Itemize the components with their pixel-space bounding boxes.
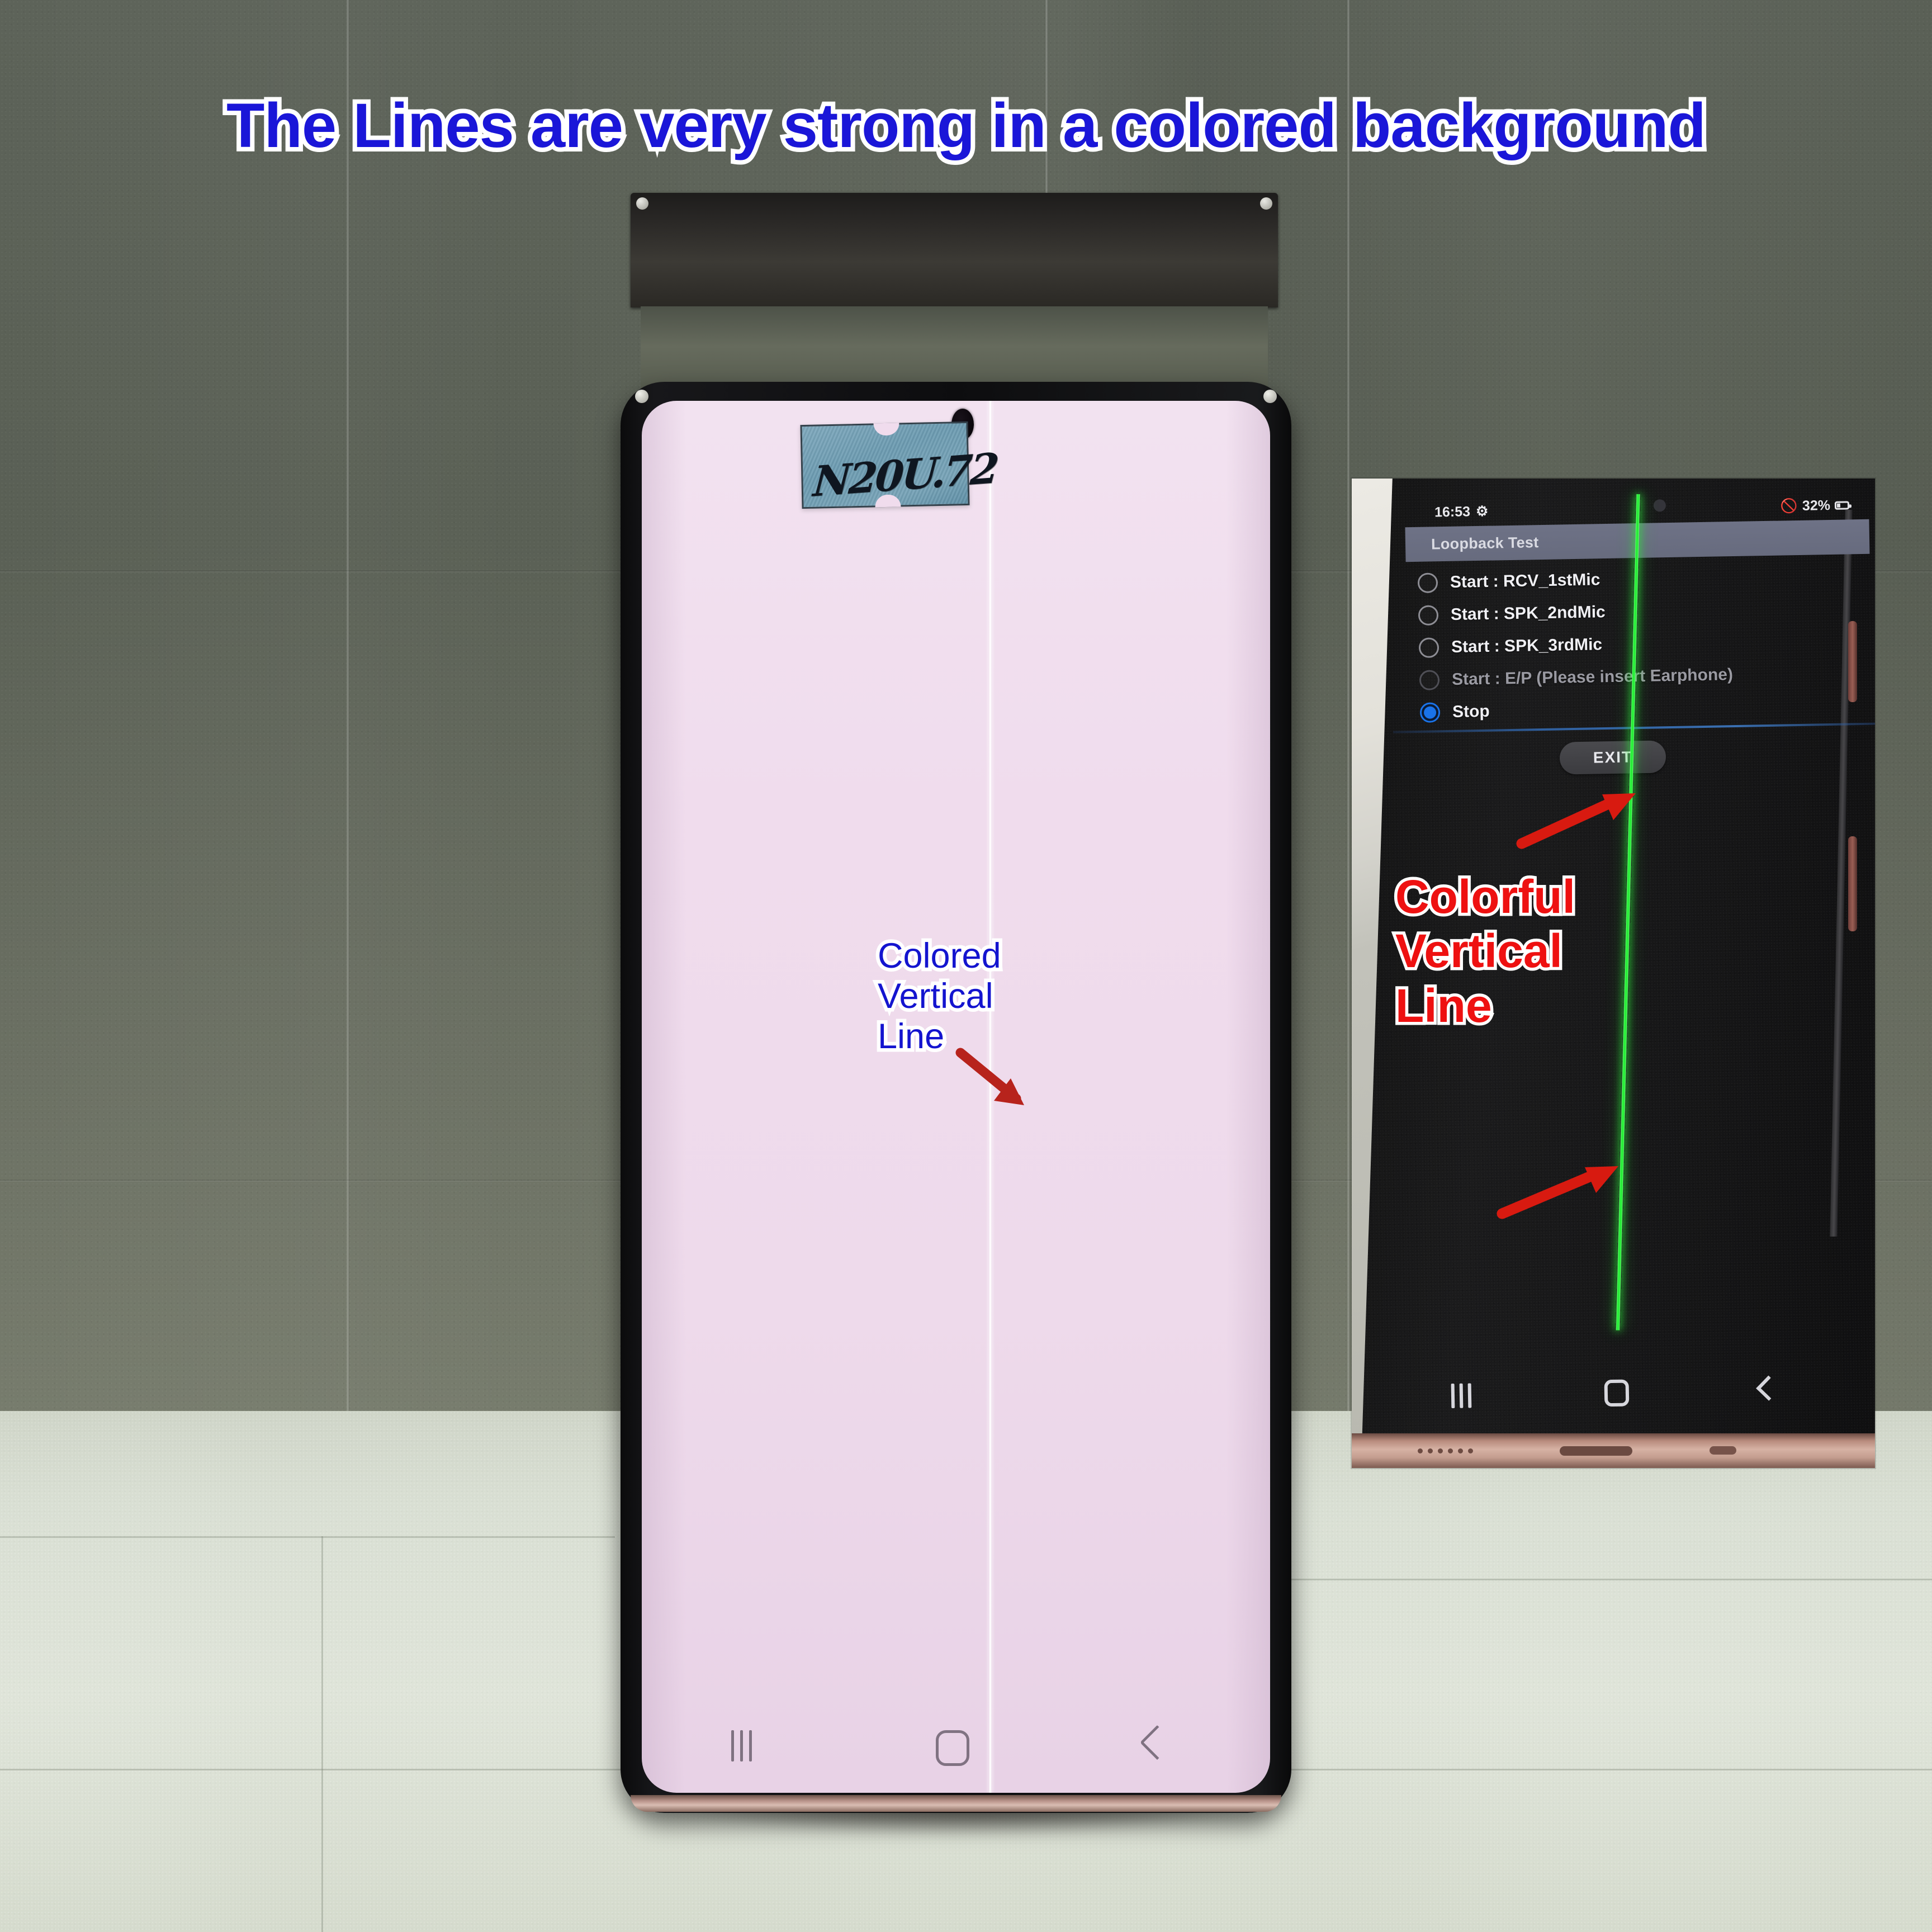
speaker-grille-icon [1418,1448,1473,1453]
exit-button[interactable]: EXIT [1559,740,1666,775]
battery-percent: 32% [1802,497,1831,514]
annotation-line-2: Vertical [874,973,997,1019]
inset-photo: 16:53 ⚙ 🚫 32% Loopback Test Start : RCV_… [1352,479,1875,1468]
inset-home-icon[interactable] [1604,1379,1630,1407]
power-button[interactable] [1848,836,1857,931]
wall-seam [347,0,349,1414]
home-icon[interactable] [936,1730,969,1766]
wall-seam [1347,0,1350,1414]
status-time: 16:53 [1434,503,1471,520]
option-label: Start : RCV_1stMic [1450,570,1600,592]
inset-back-icon[interactable] [1756,1375,1782,1401]
main-phone-device: N20U.72 Colored Vertical Line [615,193,1297,1836]
gear-icon: ⚙ [1475,503,1489,520]
phone-mount-gap [641,306,1268,390]
annotation-line-1: Colorful [1393,867,1579,926]
phone-bottom-frame [631,1795,1281,1812]
annotation-line-3: Line [1393,976,1495,1035]
recents-icon[interactable] [731,1730,752,1761]
option-label: Start : SPK_2ndMic [1450,603,1606,624]
spen-slot-icon [1710,1446,1736,1455]
radio-button [1419,670,1440,690]
floor-grout-line [321,1536,323,1932]
annotation-line-2: Vertical [1393,922,1566,981]
sticker-handwriting: N20U.72 [811,444,998,506]
inset-navigation-bar[interactable] [1352,1363,1875,1428]
radio-button-selected[interactable] [1419,702,1441,723]
inset-phone-bottom-frame [1352,1433,1875,1468]
option-label: Stop [1452,702,1490,721]
phone-top-cover [631,193,1278,307]
radio-button[interactable] [1418,605,1439,626]
radio-button[interactable] [1417,572,1438,594]
inset-annotation-arrow-lower-icon [1497,1166,1618,1219]
floor-grout-line [1286,1579,1932,1580]
loopback-options-list: Start : RCV_1stMic Start : SPK_2ndMic St… [1404,560,1875,730]
battery-icon [1834,500,1850,510]
floor-grout-line [0,1536,615,1538]
option-label: Start : SPK_3rdMic [1451,635,1603,656]
page-title: The Lines are very strong in a colored b… [222,86,1711,165]
inset-front-camera-icon [1653,499,1666,512]
radio-button[interactable] [1418,637,1439,658]
usb-port-icon [1560,1446,1632,1456]
annotation-line-1: Colored [874,933,1005,979]
main-phone-annotation: Colored Vertical Line [874,933,1005,1060]
inset-annotation: Colorful Vertical Line [1393,867,1579,1035]
annotation-line-3: Line [874,1013,948,1059]
no-symbol-icon: 🚫 [1780,498,1798,514]
app-title: Loopback Test [1431,533,1539,552]
navigation-bar[interactable] [642,1716,1270,1783]
option-label: Start : E/P (Please insert Earphone) [1451,665,1734,689]
inset-annotation-arrow-upper-icon [1516,793,1636,849]
back-icon[interactable] [1139,1725,1175,1760]
label-sticker: N20U.72 [800,421,998,509]
inset-recents-icon[interactable] [1451,1383,1472,1409]
sticker-notch-top [873,423,899,436]
